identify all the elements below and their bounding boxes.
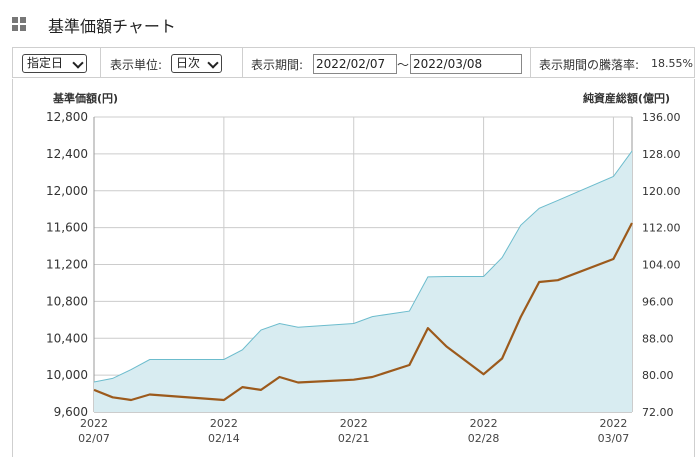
- y-tick-label: 12,400: [46, 147, 88, 161]
- y2-axis-title: 純資産総額(億円): [583, 91, 670, 105]
- x-tick-year: 2022: [470, 417, 498, 430]
- x-tick-year: 2022: [340, 417, 368, 430]
- y2-axis-ticks: 136.00 128.00 120.00 112.00 104.00 96.00 88.00…: [642, 111, 681, 419]
- x-tick-date: 02/21: [338, 432, 370, 445]
- x-tick-date: 02/14: [208, 432, 240, 445]
- x-tick-date: 02/28: [468, 432, 500, 445]
- y2-tick-label: 72.00: [642, 406, 674, 419]
- y2-tick-label: 120.00: [642, 185, 681, 198]
- y2-tick-label: 80.00: [642, 369, 674, 382]
- y-tick-label: 12,000: [46, 184, 88, 198]
- x-axis-ticks: 2022 02/07 2022 02/14 2022 02/21 2022 02/28 2022…: [78, 417, 629, 445]
- y2-tick-label: 96.00: [642, 295, 674, 308]
- y2-tick-label: 112.00: [642, 222, 681, 235]
- y-tick-label: 10,000: [46, 368, 88, 382]
- y-tick-label: 11,200: [46, 258, 88, 272]
- nav-chart: 基準価額(円) 純資産総額(億円) 12,800 12,400 12,000 11,6…: [46, 91, 681, 445]
- x-tick-year: 2022: [599, 417, 627, 430]
- x-tick-year: 2022: [80, 417, 108, 430]
- x-tick-year: 2022: [210, 417, 238, 430]
- x-tick-date: 02/07: [78, 432, 110, 445]
- y-tick-label: 11,600: [46, 221, 88, 235]
- x-tick-date: 03/07: [598, 432, 630, 445]
- y-axis-ticks: 12,800 12,400 12,000 11,600 11,200 10,800 10,4…: [46, 110, 88, 419]
- y-tick-label: 12,800: [46, 110, 88, 124]
- y2-tick-label: 128.00: [642, 148, 681, 161]
- y-tick-label: 10,800: [46, 294, 88, 308]
- y-axis-title: 基準価額(円): [52, 91, 118, 105]
- y2-tick-label: 104.00: [642, 259, 681, 272]
- y2-tick-label: 136.00: [642, 111, 681, 124]
- y2-tick-label: 88.00: [642, 332, 674, 345]
- y-tick-label: 10,400: [46, 331, 88, 345]
